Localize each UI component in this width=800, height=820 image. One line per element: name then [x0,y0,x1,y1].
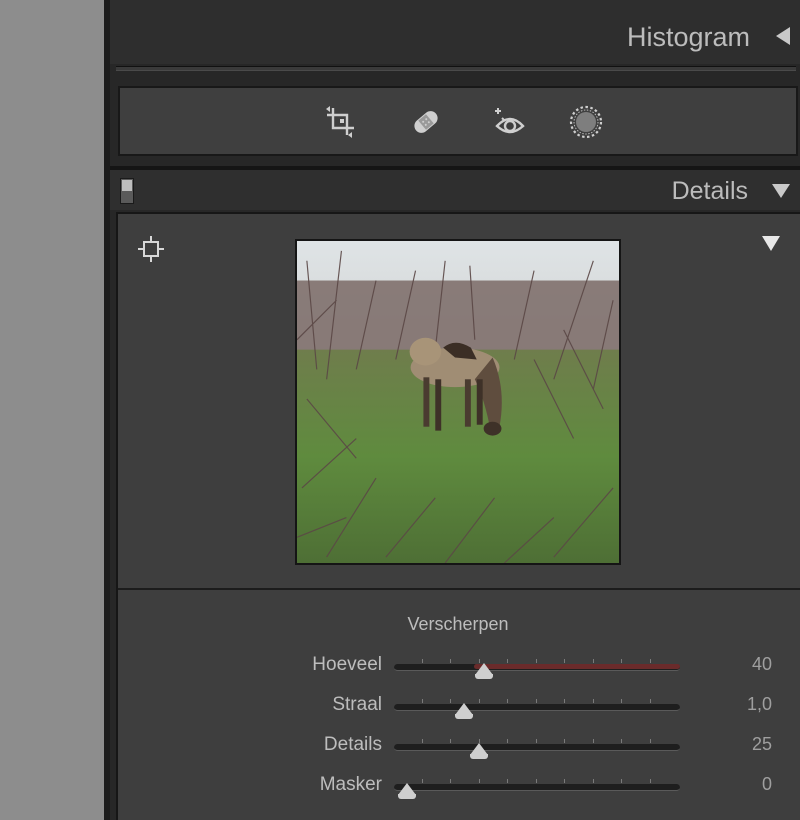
tick [650,779,651,783]
tick [593,699,594,703]
tick [650,659,651,663]
tick [422,699,423,703]
slider-label: Masker [319,774,382,795]
slider-label: Straal [332,694,382,715]
tick [450,699,451,703]
slider-thumb[interactable] [470,743,488,759]
red-eye-icon[interactable] [492,104,528,140]
tick [479,779,480,783]
slider-value[interactable]: 40 [712,654,772,675]
details-panel-header[interactable]: Details [110,166,800,210]
slider-thumb[interactable] [398,783,416,799]
slider-label: Hoeveel [312,654,382,675]
slider-value[interactable]: 25 [712,734,772,755]
slider-thumb[interactable] [475,663,493,679]
detail-preview-image[interactable] [295,239,621,565]
tick [621,739,622,743]
tick [593,659,594,663]
tick [479,699,480,703]
slider-value[interactable]: 1,0 [712,694,772,715]
radius-slider[interactable] [394,699,680,719]
triangle-left-icon[interactable] [776,27,790,45]
tick [422,659,423,663]
histogram-title: Histogram [626,22,750,52]
crosshair-target-icon[interactable] [136,234,166,264]
slider-track-accent [474,664,680,669]
tick [536,659,537,663]
tick [593,779,594,783]
details-divider [118,588,800,590]
left-filmstrip-area [0,0,104,820]
tick [507,699,508,703]
slider-thumb[interactable] [455,703,473,719]
slider-row-masking: Masker 0 [118,772,800,802]
panel-on-off-switch[interactable] [120,178,134,204]
slider-label: Details [323,734,382,755]
slider-row-amount: Hoeveel 40 [118,652,800,682]
tool-strip [118,86,798,156]
tick [564,779,565,783]
tick [621,779,622,783]
tick [450,779,451,783]
masking-icon[interactable] [568,104,604,140]
spot-removal-icon[interactable] [408,104,444,140]
details-title: Details [671,177,748,205]
tick [621,659,622,663]
tick [422,739,423,743]
histogram-collapsed-bar [116,66,796,71]
tick [536,699,537,703]
right-panel: Histogram Details Verscherpen Hoeveel 40… [110,0,800,820]
tick [650,699,651,703]
tick [507,739,508,743]
tick [621,699,622,703]
slider-row-radius: Straal 1,0 [118,692,800,722]
slider-row-detail: Details 25 [118,732,800,762]
sharpening-label: Verscherpen [407,614,509,634]
tick [422,779,423,783]
tick [450,739,451,743]
tick [650,739,651,743]
tick [507,779,508,783]
slider-value[interactable]: 0 [712,774,772,795]
triangle-down-icon[interactable] [772,184,790,198]
tick [564,659,565,663]
crop-overlay-icon[interactable] [322,104,358,140]
masking-slider[interactable] [394,779,680,799]
switch-knob [122,180,132,191]
tick [450,659,451,663]
tick [564,699,565,703]
tick [593,739,594,743]
tick [536,779,537,783]
detail-slider[interactable] [394,739,680,759]
sharpening-section-title: Verscherpen [118,614,800,635]
tick [536,739,537,743]
histogram-panel-header[interactable]: Histogram [110,0,800,64]
amount-slider[interactable] [394,659,680,679]
details-panel-body: Verscherpen Hoeveel 40 Straal 1,0 Detail… [116,212,800,820]
tick [507,659,508,663]
tick [564,739,565,743]
triangle-down-icon[interactable] [762,236,780,251]
